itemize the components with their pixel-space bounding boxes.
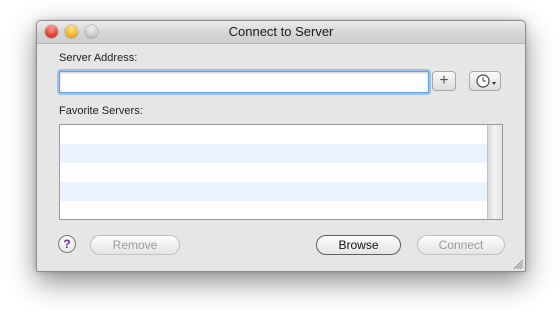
list-row[interactable]	[60, 125, 502, 144]
title-bar[interactable]: Connect to Server	[37, 21, 525, 44]
server-address-label: Server Address:	[59, 52, 138, 64]
help-button[interactable]: ?	[58, 235, 76, 253]
resize-grip-icon[interactable]	[513, 259, 523, 269]
remove-button[interactable]: Remove	[90, 235, 180, 255]
recent-servers-button[interactable]	[469, 71, 501, 91]
list-row[interactable]	[60, 182, 502, 201]
plus-icon: +	[439, 72, 449, 89]
clock-icon	[476, 74, 496, 88]
browse-button[interactable]: Browse	[316, 235, 401, 255]
list-row[interactable]	[60, 144, 502, 163]
screen: Connect to Server Server Address: + Favo…	[0, 0, 560, 322]
add-favorite-button[interactable]: +	[432, 71, 456, 91]
connect-to-server-window: Connect to Server Server Address: + Favo…	[36, 20, 526, 272]
chevron-down-icon	[492, 82, 496, 85]
favorite-servers-list[interactable]	[59, 124, 503, 220]
favorite-servers-label: Favorite Servers:	[59, 105, 143, 117]
list-row[interactable]	[60, 201, 502, 219]
list-row[interactable]	[60, 163, 502, 182]
list-scrollbar[interactable]	[487, 125, 502, 219]
connect-button[interactable]: Connect	[417, 235, 505, 255]
server-address-input[interactable]	[59, 71, 429, 93]
window-title: Connect to Server	[228, 24, 334, 39]
